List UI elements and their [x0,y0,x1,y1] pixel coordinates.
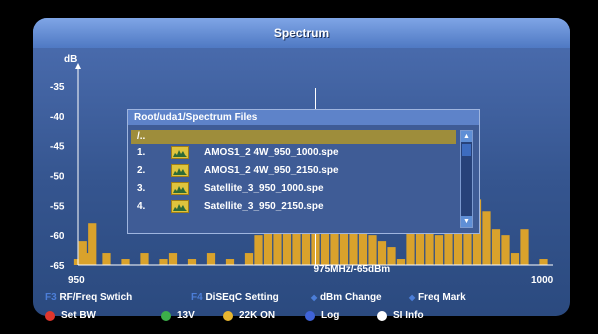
left-right-arrow-icon: ◆ [409,293,416,302]
green-dot-icon [161,310,171,321]
spectrum-bar [539,259,548,265]
white-dot-icon [377,310,387,321]
scrollbar-thumb[interactable] [462,144,471,156]
file-item-2[interactable]: 2. AMOS1_2 4W_950_2150.spe [131,162,456,180]
y-tick-label: -40 [50,112,65,123]
y-tick-label: -45 [50,142,65,153]
spectrum-bar [244,253,254,265]
dialog-scrollbar[interactable]: ▲ ▼ [460,130,473,228]
red-button-set-bw[interactable]: Set BW [45,310,96,321]
spectrum-bar [168,253,178,265]
blue-dot-icon [305,310,315,321]
file-item-4[interactable]: 4. Satellite_3_950_2150.spe [131,198,456,216]
spectrum-file-icon [171,146,189,159]
spectrum-bar [491,229,501,265]
file-item-1[interactable]: 1. AMOS1_2 4W_950_1000.spe [131,144,456,162]
spectrum-bar [225,259,235,265]
y-axis-label: dB [64,54,77,65]
hint-freq-mark: ◆ Freq Mark [409,292,466,303]
white-button-si-info[interactable]: SI Info [377,310,424,321]
hint-label: RF/Freq Swtich [59,292,133,303]
f4-key: F4 [191,292,203,303]
spectrum-bar [482,211,491,265]
green-button-13v[interactable]: 13V [161,310,195,321]
spectrum-bar [121,259,130,265]
red-dot-icon [45,310,55,321]
file-number: 3. [137,183,146,194]
file-name: AMOS1_2 4W_950_1000.spe [204,147,339,158]
spectrum-bar [510,253,520,265]
file-browser-dialog[interactable]: Root/uda1/Spectrum Files /.. 1. AMOS1_2 … [127,109,480,234]
x-tick-label: 1000 [531,275,554,286]
button-label: Set BW [61,310,96,321]
spectrum-bar [501,235,510,265]
button-label: 13V [177,310,195,321]
spectrum-bar [387,247,396,265]
spectrum-file-icon [171,182,189,195]
scroll-down-arrow-icon[interactable]: ▼ [461,216,472,227]
y-tick-label: -65 [50,261,65,272]
scroll-up-arrow-icon[interactable]: ▲ [461,131,472,142]
button-label: 22K ON [239,310,276,321]
spectrum-bar [368,235,377,265]
dialog-title: Root/uda1/Spectrum Files [128,110,479,125]
up-down-arrow-icon: ◆ [311,293,318,302]
y-tick-label: -50 [50,171,65,182]
hint-dbm-change: ◆ dBm Change [311,292,382,303]
spectrum-bar [254,235,263,265]
hint-rf-freq-switch: F3 RF/Freq Swtich [45,292,132,303]
file-name: Satellite_3_950_2150.spe [204,201,324,212]
spectrum-bar [88,223,97,265]
spectrum-bar [396,259,406,265]
parent-directory-label: /.. [137,131,146,142]
y-tick-label: -60 [50,231,65,242]
spectrum-bar [140,253,149,265]
spectrum-bar [159,259,168,265]
button-label: SI Info [393,310,424,321]
yellow-dot-icon [223,310,233,321]
frequency-readout: 975MHz/-65dBm [314,264,391,275]
button-label: Log [321,310,340,321]
yellow-button-22k[interactable]: 22K ON [223,310,275,321]
file-number: 2. [137,165,146,176]
file-name: Satellite_3_950_1000.spe [204,183,324,194]
file-name: AMOS1_2 4W_950_2150.spe [204,165,339,176]
x-tick-label: 950 [68,275,85,286]
file-number: 1. [137,147,146,158]
parent-directory-item[interactable]: /.. [131,130,456,144]
hint-label: DiSEqC Setting [205,292,279,303]
spectrum-file-icon [171,164,189,177]
f3-key: F3 [45,292,57,303]
y-tick-label: -55 [50,201,65,212]
hint-diseqc-setting: F4 DiSEqC Setting [191,292,279,303]
file-item-3[interactable]: 3. Satellite_3_950_1000.spe [131,180,456,198]
spectrum-bar [102,253,111,265]
spectrum-bar [206,253,216,265]
hint-label: Freq Mark [417,292,466,303]
hint-label: dBm Change [319,292,382,303]
spectrum-bar [520,229,529,265]
file-number: 4. [137,201,146,212]
file-list[interactable]: /.. 1. AMOS1_2 4W_950_1000.spe 2. AMOS1_… [131,130,456,216]
y-tick-label: -35 [50,82,65,93]
spectrum-bar [358,229,368,265]
spectrum-file-icon [171,200,189,213]
spectrum-bar [434,235,444,265]
blue-button-log[interactable]: Log [305,310,339,321]
spectrum-bar [187,259,197,265]
spectrum-bar [377,241,387,265]
